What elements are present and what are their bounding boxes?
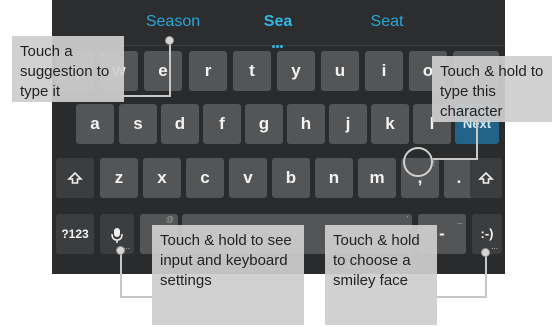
- key-v[interactable]: v: [229, 158, 267, 198]
- connector-line: [476, 120, 478, 160]
- key-m[interactable]: m: [358, 158, 396, 198]
- callout-suggestion: Touch a suggestion to type it: [12, 36, 124, 102]
- smiley-more-indicator: ...: [491, 242, 498, 251]
- key-i[interactable]: i: [365, 51, 403, 91]
- key-n[interactable]: n: [315, 158, 353, 198]
- connector-anchor: [116, 246, 125, 255]
- connector-line: [122, 95, 171, 97]
- connector-line: [120, 250, 122, 298]
- key-b[interactable]: b: [272, 158, 310, 198]
- key-a[interactable]: a: [76, 104, 114, 144]
- connector-line: [169, 40, 171, 97]
- key-k[interactable]: k: [371, 104, 409, 144]
- key-j[interactable]: j: [329, 104, 367, 144]
- key-d[interactable]: d: [161, 104, 199, 144]
- suggestion-left[interactable]: Season: [118, 13, 228, 31]
- key-u[interactable]: u: [321, 51, 359, 91]
- shift-left-key[interactable]: [56, 158, 94, 198]
- smiley-label: :-): [480, 226, 494, 241]
- key-g[interactable]: g: [245, 104, 283, 144]
- shift-icon: [67, 171, 83, 184]
- connector-anchor: [165, 36, 174, 45]
- connector-line: [437, 296, 487, 298]
- more-suggestions-indicator: [272, 35, 284, 48]
- key-z[interactable]: z: [100, 158, 138, 198]
- callout-settings: Touch & hold to see input and keyboard s…: [152, 225, 304, 325]
- key-c[interactable]: c: [186, 158, 224, 198]
- symbols-key[interactable]: ?123: [56, 214, 94, 254]
- key-s[interactable]: s: [119, 104, 157, 144]
- connector-line: [120, 296, 152, 298]
- connector-line: [433, 158, 478, 160]
- shift-right-key[interactable]: [470, 158, 502, 198]
- comma-hint: !: [432, 159, 435, 168]
- highlight-ring: [403, 147, 433, 177]
- suggestion-right[interactable]: Seat: [332, 13, 442, 31]
- key-e[interactable]: e: [144, 51, 182, 91]
- dash-label: -: [439, 224, 445, 243]
- key-h[interactable]: h: [287, 104, 325, 144]
- shift-icon: [478, 171, 494, 184]
- key-x[interactable]: x: [143, 158, 181, 198]
- settings-hint: @: [165, 215, 174, 224]
- key-t[interactable]: t: [233, 51, 271, 91]
- dash-hint: _: [457, 215, 462, 224]
- connector-anchor: [481, 248, 490, 257]
- callout-hold-character: Touch & hold to type this character: [432, 56, 552, 122]
- key-y[interactable]: y: [277, 51, 315, 91]
- suggestion-center[interactable]: Sea: [223, 13, 333, 31]
- space-hint: ': [406, 215, 408, 224]
- connector-line: [485, 252, 487, 298]
- key-f[interactable]: f: [203, 104, 241, 144]
- callout-smiley: Touch & hold to choose a smiley face: [325, 225, 437, 325]
- key-r[interactable]: r: [189, 51, 227, 91]
